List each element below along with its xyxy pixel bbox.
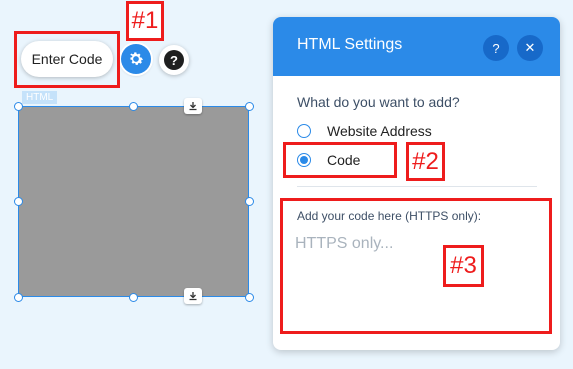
option-website-address[interactable]: Website Address xyxy=(297,123,432,139)
resize-handle-bottom-center[interactable] xyxy=(129,293,138,302)
panel-help-button[interactable]: ? xyxy=(483,35,509,61)
resize-handle-top-center[interactable] xyxy=(129,102,138,111)
question-mark-icon: ? xyxy=(164,50,184,70)
resize-handle-middle-right[interactable] xyxy=(245,197,254,206)
annotation-label: #2 xyxy=(406,142,445,181)
resize-handle-top-left[interactable] xyxy=(14,102,23,111)
annotation-box-code-option xyxy=(283,142,397,178)
html-element-tag: HTML xyxy=(22,91,58,104)
panel-title: HTML Settings xyxy=(297,36,403,53)
html-element-box[interactable] xyxy=(18,106,249,297)
annotation-label: #3 xyxy=(443,245,484,287)
resize-handle-middle-left[interactable] xyxy=(14,197,23,206)
panel-close-button[interactable]: ✕ xyxy=(517,35,543,61)
resize-handle-bottom-left[interactable] xyxy=(14,293,23,302)
annotation-box-enter-code xyxy=(14,31,120,88)
stretch-handle-top[interactable] xyxy=(184,98,202,114)
panel-header: HTML Settings ? ✕ xyxy=(273,17,560,76)
annotation-label: #1 xyxy=(126,1,164,41)
radio-website-address[interactable] xyxy=(297,124,311,138)
resize-handle-bottom-right[interactable] xyxy=(245,293,254,302)
option-label: Website Address xyxy=(327,123,432,139)
download-arrow-icon xyxy=(189,102,197,111)
content-type-question: What do you want to add? xyxy=(297,94,460,110)
help-button[interactable]: ? xyxy=(159,45,189,75)
divider xyxy=(297,186,537,187)
download-arrow-icon xyxy=(189,292,197,301)
close-icon: ✕ xyxy=(524,40,536,55)
annotation-box-code-input xyxy=(280,198,552,334)
stretch-handle-bottom[interactable] xyxy=(184,288,202,304)
settings-button[interactable] xyxy=(121,44,151,74)
gear-icon xyxy=(130,52,144,65)
resize-handle-top-right[interactable] xyxy=(245,102,254,111)
question-mark-icon: ? xyxy=(492,40,500,56)
